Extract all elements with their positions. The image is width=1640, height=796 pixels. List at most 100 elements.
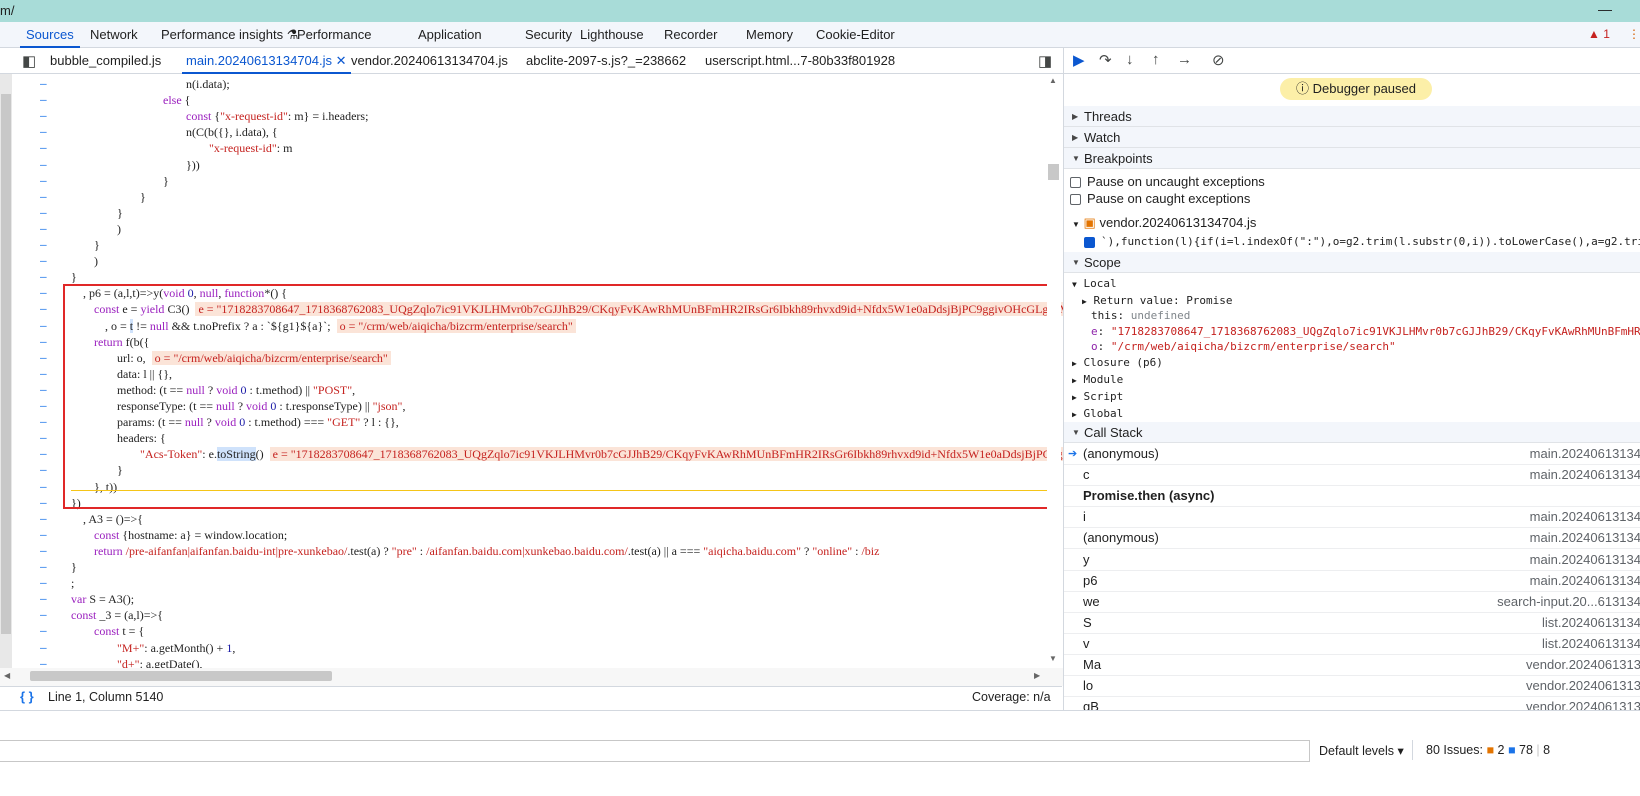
- deactivate-breakpoints-icon[interactable]: ⊘: [1212, 51, 1225, 69]
- minimize-button[interactable]: —: [1598, 1, 1612, 17]
- line-marker[interactable]: –: [40, 205, 47, 221]
- call-frame[interactable]: y main.20240613134: [1064, 550, 1640, 571]
- line-marker[interactable]: –: [40, 511, 47, 527]
- tab-cookie-editor[interactable]: Cookie-Editor: [816, 22, 895, 48]
- line-marker[interactable]: –: [40, 285, 47, 301]
- line-marker[interactable]: –: [40, 462, 47, 478]
- line-marker[interactable]: –: [40, 591, 47, 607]
- close-tab-icon[interactable]: ✕: [332, 53, 347, 68]
- code-editor[interactable]: – n(i.data); – else {– const {"x-request-id"…: [0, 74, 1065, 668]
- tab-performance-insights[interactable]: Performance insights ⚗: [161, 22, 298, 48]
- toggle-debugger-icon[interactable]: ◨: [1038, 52, 1052, 70]
- frame-location[interactable]: search-input.20...613134: [1464, 592, 1640, 612]
- line-marker[interactable]: –: [40, 607, 47, 623]
- tab-security[interactable]: Security: [525, 22, 572, 48]
- line-marker[interactable]: –: [40, 269, 47, 285]
- call-frame[interactable]: we search-input.20...613134: [1064, 592, 1640, 613]
- line-marker[interactable]: –: [40, 221, 47, 237]
- line-marker[interactable]: –: [40, 656, 47, 668]
- frame-location[interactable]: main.20240613134: [1464, 507, 1640, 527]
- file-tab[interactable]: abclite-2097-s.js?_=238662: [526, 48, 686, 74]
- line-marker[interactable]: –: [40, 640, 47, 656]
- pretty-print-icon[interactable]: { }: [20, 689, 34, 704]
- more-tabs-icon[interactable]: ⋮: [1628, 27, 1640, 41]
- line-marker[interactable]: –: [40, 382, 47, 398]
- line-marker[interactable]: –: [40, 366, 47, 382]
- step-into-icon[interactable]: ↓: [1126, 51, 1134, 68]
- tab-recorder[interactable]: Recorder: [664, 22, 717, 48]
- line-marker[interactable]: –: [40, 76, 47, 92]
- scroll-left-arrow-icon[interactable]: ◀: [4, 671, 10, 680]
- console-filter-input[interactable]: [0, 740, 1310, 762]
- call-stack-section-header[interactable]: ▼ Call Stack: [1064, 422, 1640, 443]
- call-frame[interactable]: (anonymous) main.20240613134: [1064, 528, 1640, 550]
- line-marker[interactable]: –: [40, 124, 47, 140]
- resume-icon[interactable]: ▶: [1073, 51, 1085, 69]
- step-over-icon[interactable]: ↷: [1099, 51, 1112, 69]
- line-marker[interactable]: –: [40, 189, 47, 205]
- frame-location[interactable]: vendor.2024061313: [1464, 655, 1640, 675]
- line-marker[interactable]: –: [40, 301, 47, 317]
- breakpoint-checkbox[interactable]: [1084, 236, 1095, 248]
- line-marker[interactable]: –: [40, 575, 47, 591]
- line-marker[interactable]: –: [40, 543, 47, 559]
- line-marker[interactable]: –: [40, 140, 47, 156]
- frame-location[interactable]: main.20240613134: [1464, 528, 1640, 548]
- line-marker[interactable]: –: [40, 398, 47, 414]
- line-marker[interactable]: –: [40, 495, 47, 511]
- scope-this[interactable]: this: undefined: [1091, 309, 1640, 322]
- line-marker[interactable]: –: [40, 173, 47, 189]
- step-out-icon[interactable]: ↑: [1152, 51, 1160, 68]
- line-marker[interactable]: –: [40, 446, 47, 462]
- scope-closure[interactable]: ▶ Closure (p6): [1072, 356, 1640, 369]
- call-frame[interactable]: lo vendor.2024061313: [1064, 676, 1640, 698]
- line-marker[interactable]: –: [40, 157, 47, 173]
- line-marker[interactable]: –: [40, 559, 47, 575]
- call-frame[interactable]: i main.20240613134: [1064, 507, 1640, 529]
- line-marker[interactable]: –: [40, 108, 47, 124]
- call-frame[interactable]: Promise.then (async): [1064, 486, 1640, 508]
- breakpoint-entry[interactable]: `),function(l){if(i=l.indexOf(":"),o=g2.…: [1084, 235, 1640, 248]
- call-frame[interactable]: Slist.20240613134: [1064, 613, 1640, 634]
- file-tab[interactable]: userscript.html...7-80b33f801928: [705, 48, 895, 74]
- frame-location[interactable]: list.20240613134: [1464, 613, 1640, 633]
- frame-location[interactable]: main.20240613134: [1464, 571, 1640, 591]
- pause-caught-checkbox[interactable]: [1070, 194, 1081, 206]
- horizontal-scroll-thumb[interactable]: [30, 671, 332, 681]
- line-marker[interactable]: –: [40, 479, 47, 495]
- scope-section-header[interactable]: ▼ Scope: [1064, 252, 1640, 273]
- left-scroll-thumb[interactable]: [1, 94, 11, 634]
- scope-script[interactable]: ▶ Script: [1072, 390, 1640, 403]
- call-frame[interactable]: p6 main.20240613134: [1064, 571, 1640, 592]
- call-frame[interactable]: Ma vendor.2024061313: [1064, 655, 1640, 676]
- scroll-up-arrow-icon[interactable]: ▲: [1049, 76, 1057, 85]
- pause-caught-row[interactable]: Pause on caught exceptions: [1070, 191, 1640, 206]
- breakpoint-file-row[interactable]: ▼ ▣ vendor.20240613134704.js: [1072, 215, 1640, 231]
- editor-vertical-scrollbar[interactable]: ▲ ▼: [1047, 74, 1061, 668]
- frame-location[interactable]: main.20240613134: [1464, 444, 1640, 464]
- file-tab[interactable]: vendor.20240613134704.js: [351, 48, 508, 74]
- line-marker[interactable]: –: [40, 334, 47, 350]
- line-marker[interactable]: –: [40, 414, 47, 430]
- call-frame[interactable]: v list.20240613134: [1064, 634, 1640, 655]
- scope-global[interactable]: ▶ Global: [1072, 407, 1640, 420]
- threads-section-header[interactable]: ▶ Threads: [1064, 106, 1640, 127]
- scroll-right-arrow-icon[interactable]: ▶: [1034, 671, 1040, 680]
- frame-location[interactable]: vendor.2024061313: [1464, 697, 1640, 710]
- file-tab[interactable]: bubble_compiled.js: [50, 48, 161, 74]
- frame-location[interactable]: main.20240613134: [1464, 550, 1640, 570]
- pause-uncaught-checkbox[interactable]: [1070, 177, 1081, 189]
- pause-uncaught-row[interactable]: Pause on uncaught exceptions: [1070, 174, 1640, 189]
- issues-counter[interactable]: 80 Issues: ■ 2 ■ 78 | 8: [1426, 743, 1550, 757]
- tab-application[interactable]: Application: [418, 22, 482, 48]
- scope-o[interactable]: o: "/crm/web/aiqicha/bizcrm/enterprise/s…: [1091, 340, 1640, 353]
- line-marker[interactable]: –: [40, 253, 47, 269]
- tab-memory[interactable]: Memory: [746, 22, 793, 48]
- frame-location[interactable]: main.20240613134: [1464, 465, 1640, 485]
- file-tab[interactable]: main.20240613134704.js ✕: [182, 48, 351, 74]
- frame-location[interactable]: list.20240613134: [1464, 634, 1640, 654]
- call-frame[interactable]: c main.20240613134: [1064, 465, 1640, 487]
- line-marker[interactable]: –: [40, 350, 47, 366]
- frame-location[interactable]: vendor.2024061313: [1464, 676, 1640, 696]
- line-marker[interactable]: –: [40, 92, 47, 108]
